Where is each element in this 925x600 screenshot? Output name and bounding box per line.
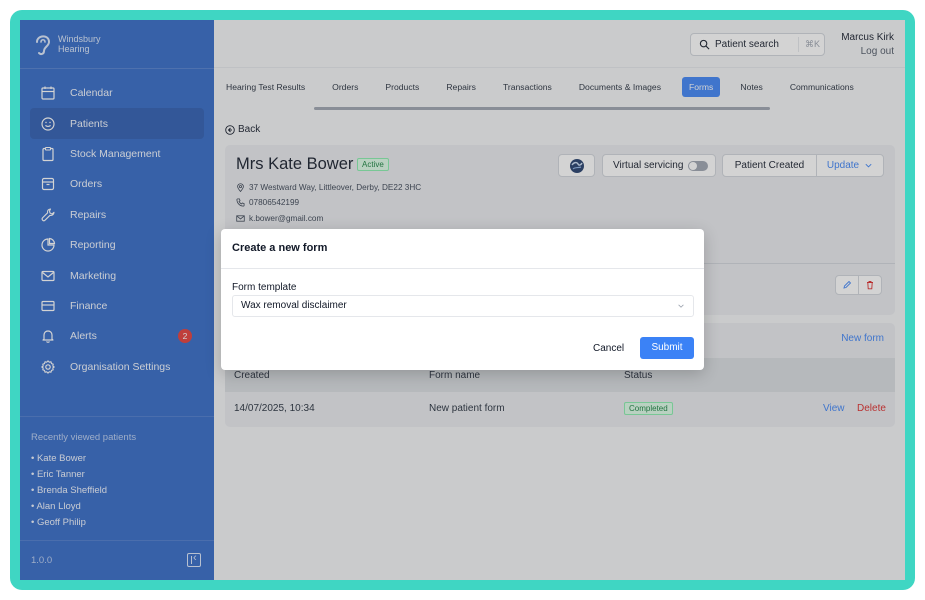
submit-button[interactable]: Submit: [640, 337, 694, 359]
form-template-select[interactable]: Wax removal disclaimer: [232, 295, 694, 317]
create-form-modal: Create a new form Form template Wax remo…: [221, 229, 704, 370]
cancel-button[interactable]: Cancel: [593, 343, 624, 354]
app-window: Windsbury Hearing Calendar Patients Stoc…: [20, 20, 905, 580]
divider: [221, 268, 704, 269]
chevron-down-icon: [678, 304, 684, 308]
selected-template: Wax removal disclaimer: [241, 300, 347, 311]
modal-title: Create a new form: [232, 242, 328, 254]
form-template-label: Form template: [232, 282, 297, 293]
